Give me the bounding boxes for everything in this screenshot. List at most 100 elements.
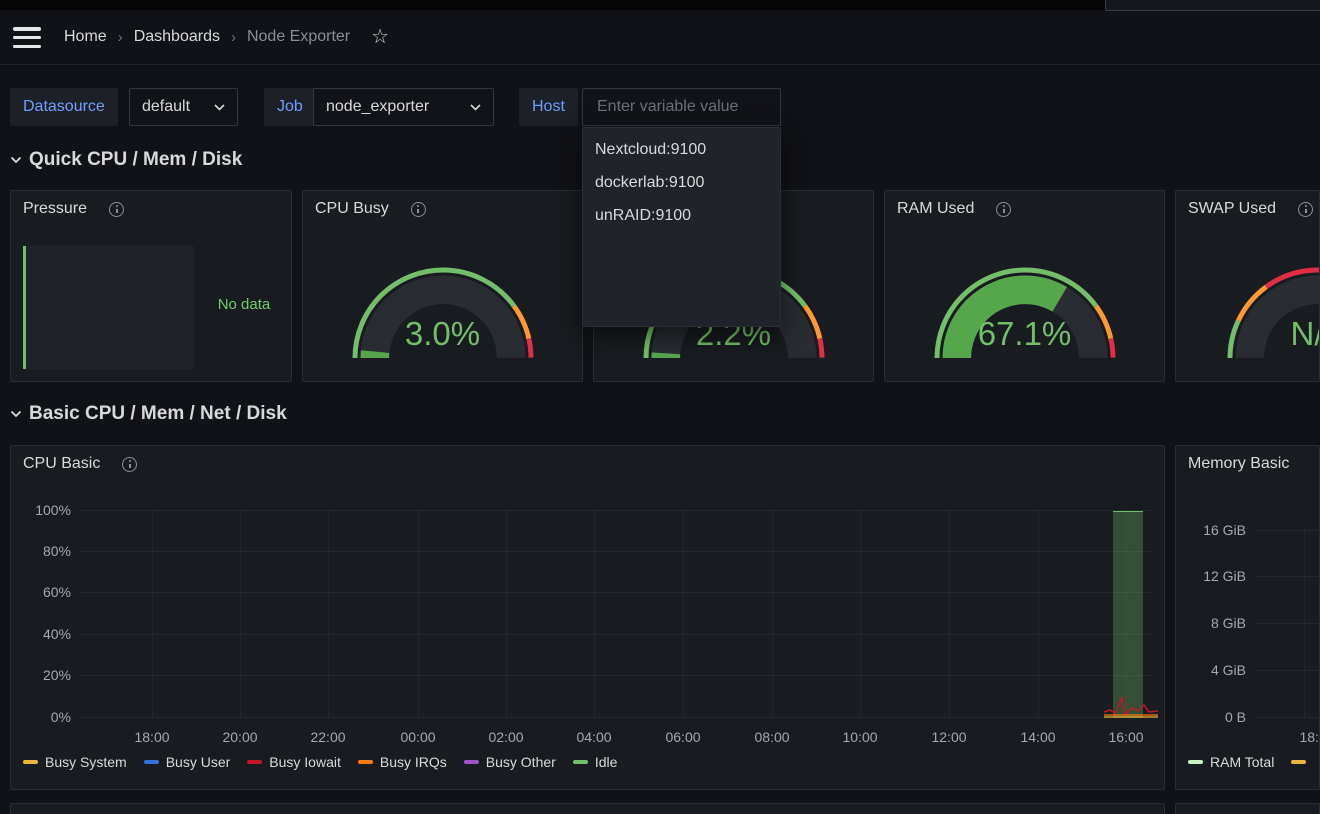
- x-tick-label: 08:00: [754, 729, 789, 745]
- menu-toggle-icon[interactable]: [13, 27, 43, 48]
- x-tick-label: 06:00: [665, 729, 700, 745]
- datasource-select[interactable]: default: [129, 88, 238, 126]
- panel-title: Pressure: [23, 200, 87, 218]
- panel-cpu-busy: CPU Busy 3.0%: [302, 190, 583, 382]
- gridline: [860, 510, 861, 717]
- info-icon[interactable]: [996, 202, 1011, 217]
- legend-item[interactable]: Busy Iowait: [247, 754, 341, 770]
- legend-item[interactable]: Idle: [573, 754, 618, 770]
- x-tick-label: 14:00: [1020, 729, 1055, 745]
- gridline: [1038, 510, 1039, 717]
- legend-item[interactable]: Busy IRQs: [358, 754, 447, 770]
- row-header-quick[interactable]: Quick CPU / Mem / Disk: [10, 146, 242, 174]
- gauge-value: 67.1%: [915, 315, 1135, 353]
- favorite-star-icon[interactable]: ☆: [369, 27, 391, 47]
- y-tick-label: 20%: [11, 667, 71, 683]
- gridline: [1254, 717, 1320, 718]
- gridline: [1304, 530, 1305, 717]
- y-tick-label: 8 GiB: [1176, 615, 1246, 631]
- breadcrumb-separator: ›: [231, 29, 236, 46]
- gridline: [683, 510, 684, 717]
- y-tick-label: 60%: [11, 584, 71, 600]
- gridline: [1254, 530, 1320, 531]
- panel-ram-used: RAM Used 67.1%: [884, 190, 1165, 382]
- info-icon[interactable]: [411, 202, 426, 217]
- legend-item[interactable]: RAM Total: [1188, 754, 1274, 770]
- series-swatch: [464, 760, 479, 764]
- job-select[interactable]: node_exporter: [313, 88, 494, 126]
- gridline: [240, 510, 241, 717]
- breadcrumb: Home › Dashboards › Node Exporter ☆: [64, 10, 391, 64]
- x-tick-label: 12:00: [931, 729, 966, 745]
- memory-basic-legend: RAM Total: [1188, 754, 1306, 770]
- host-option-nextcloud[interactable]: Nextcloud:9100: [583, 133, 780, 166]
- legend-label: RAM Total: [1210, 754, 1274, 770]
- host-option-dockerlab[interactable]: dockerlab:9100: [583, 166, 780, 199]
- breadcrumb-dashboards[interactable]: Dashboards: [134, 28, 220, 46]
- y-tick-label: 16 GiB: [1176, 522, 1246, 538]
- series-swatch: [144, 760, 159, 764]
- top-strip: [0, 0, 1320, 10]
- info-icon[interactable]: [122, 457, 137, 472]
- series-noise: [1096, 689, 1165, 719]
- info-icon[interactable]: [1298, 202, 1313, 217]
- x-tick-label: 02:00: [488, 729, 523, 745]
- gauge-value: N/A: [1208, 315, 1320, 353]
- breadcrumb-current: Node Exporter: [247, 28, 350, 46]
- panel-title: Memory Basic: [1188, 455, 1289, 473]
- x-tick-label: 16:00: [1108, 729, 1143, 745]
- row-header-basic[interactable]: Basic CPU / Mem / Net / Disk: [10, 400, 287, 428]
- job-value: node_exporter: [326, 98, 429, 116]
- series-swatch: [1188, 760, 1203, 764]
- cpu-busy-gauge: 3.0%: [333, 248, 553, 369]
- swap-used-gauge: N/A: [1208, 248, 1320, 369]
- chevron-down-icon: [470, 104, 481, 111]
- host-option-unraid[interactable]: unRAID:9100: [583, 199, 780, 232]
- legend-label: Busy User: [166, 754, 231, 770]
- gridline: [328, 510, 329, 717]
- panel-memory-basic: Memory Basic 16 GiB 12 GiB 8 GiB 4 GiB 0…: [1175, 445, 1320, 790]
- series-swatch: [358, 760, 373, 764]
- gridline: [79, 717, 1151, 718]
- panel-pressure: Pressure No data: [10, 190, 292, 382]
- variable-label-host: Host: [519, 88, 578, 126]
- y-tick-label: 0%: [11, 709, 71, 725]
- x-tick-label: 00:00: [400, 729, 435, 745]
- series-swatch: [23, 760, 38, 764]
- legend-label: Idle: [595, 754, 618, 770]
- host-input[interactable]: [595, 97, 768, 117]
- no-data-label: No data: [196, 296, 292, 313]
- y-tick-label: 40%: [11, 626, 71, 642]
- legend-label: Busy IRQs: [380, 754, 447, 770]
- panel-title: CPU Basic: [23, 455, 100, 473]
- panel-title: RAM Used: [897, 200, 974, 218]
- x-tick-label: 04:00: [576, 729, 611, 745]
- series-swatch: [573, 760, 588, 764]
- y-tick-label: 80%: [11, 543, 71, 559]
- breadcrumb-home[interactable]: Home: [64, 28, 107, 46]
- gridline: [1254, 576, 1320, 577]
- gauge-value: 3.0%: [333, 315, 553, 353]
- gridline: [418, 510, 419, 717]
- x-tick-label: 20:00: [222, 729, 257, 745]
- nav-bar: Home › Dashboards › Node Exporter ☆: [0, 10, 1320, 65]
- partial-panel: [10, 803, 1165, 814]
- gridline: [506, 510, 507, 717]
- y-tick-label: 100%: [11, 502, 71, 518]
- ram-used-gauge: 67.1%: [915, 248, 1135, 369]
- gridline: [772, 510, 773, 717]
- legend-item[interactable]: Busy System: [23, 754, 127, 770]
- cpu-basic-legend: Busy System Busy User Busy Iowait Busy I…: [23, 754, 617, 770]
- legend-item[interactable]: [1291, 760, 1306, 764]
- legend-label: Busy System: [45, 754, 127, 770]
- chevron-down-icon: [10, 410, 22, 418]
- legend-item[interactable]: Busy Other: [464, 754, 556, 770]
- idle-area-spike: [1113, 511, 1143, 718]
- row-title: Basic CPU / Mem / Net / Disk: [29, 403, 287, 425]
- chevron-down-icon: [214, 104, 225, 111]
- series-swatch: [1291, 760, 1306, 764]
- legend-item[interactable]: Busy User: [144, 754, 231, 770]
- variable-label-job: Job: [264, 88, 316, 126]
- info-icon[interactable]: [109, 202, 124, 217]
- x-tick-label: 18:00: [134, 729, 169, 745]
